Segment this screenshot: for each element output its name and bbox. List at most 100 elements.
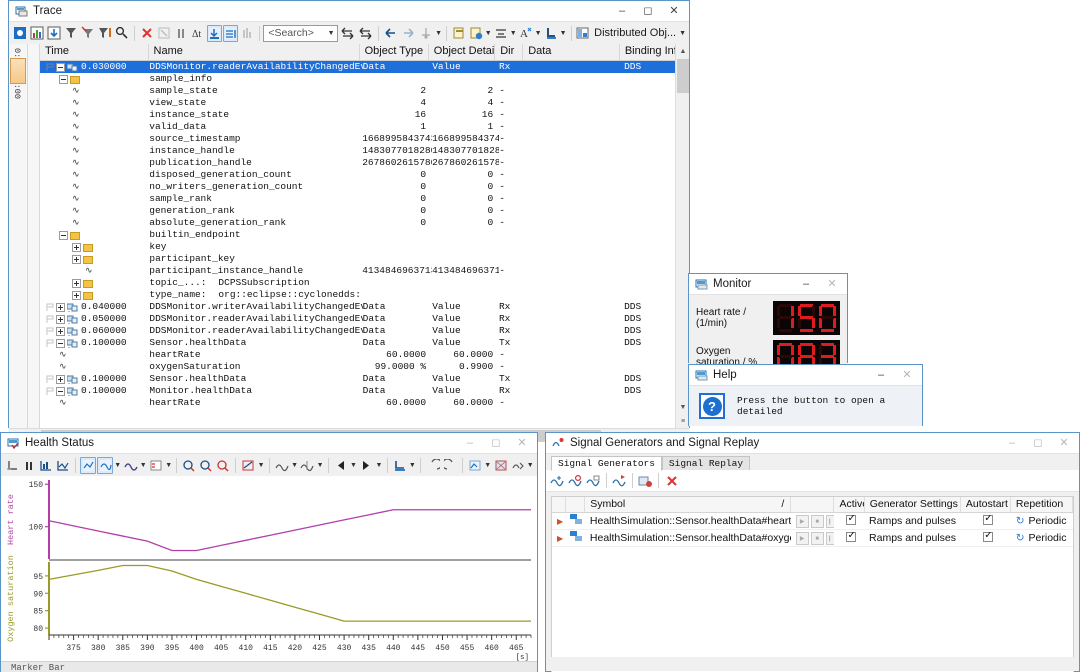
copy-icon[interactable] [451,25,467,42]
table-row[interactable]: ∿ instance_handle 148307701828028413514830… [40,145,689,157]
cursor-icon[interactable] [4,457,20,474]
minimize-icon[interactable]: – [999,434,1025,453]
chevron-down-icon[interactable]: ▼ [291,462,298,469]
table-row[interactable]: 0.100000 Sensor.healthData Data Value Tx DDS [40,337,689,349]
bookmark-flag-icon[interactable] [46,327,54,336]
play-button[interactable]: ▶ [795,531,809,545]
pause-icon[interactable] [173,25,189,42]
distributed-objects-icon[interactable] [575,25,591,42]
tree-expander[interactable] [56,63,65,72]
import-icon[interactable] [637,472,654,489]
tab-signal-generators[interactable]: Signal Generators [551,456,662,471]
copy-generator-icon[interactable] [585,472,602,489]
column-header-object-detail[interactable]: Object Detail [429,44,496,60]
table-row[interactable]: ∿ view_state 4 4- [40,97,689,109]
start-all-icon[interactable] [611,472,628,489]
column-header-autostart[interactable]: Autostart [961,497,1011,512]
row-expander-icon[interactable]: ▶ [552,515,565,527]
close-icon[interactable]: ✕ [661,2,687,21]
cell-repetition[interactable]: ↻ Periodic [1011,532,1073,544]
maximize-icon[interactable]: ◻ [1025,434,1051,453]
table-row[interactable]: ∿ valid_data 1 1- [40,121,689,133]
table-row[interactable]: participant_key [40,253,689,265]
table-row[interactable]: key [40,241,689,253]
column-header-data[interactable]: Data [523,44,620,60]
chevron-down-icon[interactable]: ▼ [510,30,517,37]
legend-icon[interactable] [148,457,164,474]
signal-icon[interactable] [123,457,139,474]
column-header-object-type[interactable]: Object Type [360,44,429,60]
settings-icon[interactable] [468,25,484,42]
columns-icon[interactable] [239,25,255,42]
edit-generator-icon[interactable] [567,472,584,489]
monitor-titlebar[interactable]: Monitor – ✕ [689,274,847,295]
tree-expander[interactable] [56,315,65,324]
distributed-objects-label[interactable]: Distributed Obj... [592,27,678,39]
table-row[interactable]: ∿ sample_rank 0 0- [40,193,689,205]
tree-expander[interactable] [72,255,81,264]
bookmark-flag-icon[interactable] [46,63,54,72]
time-marker[interactable] [10,58,26,84]
filter-remove-icon[interactable] [80,25,96,42]
table-row[interactable]: ∿ source_timestamp 16689958437439379001668… [40,133,689,145]
column-header-symbol[interactable]: Symbol / [585,497,792,512]
pause-button[interactable]: ❙❙ [825,531,834,545]
tree-expander[interactable] [56,387,65,396]
trace-titlebar[interactable]: Trace – ◻ ✕ [9,1,689,22]
marker-bar[interactable]: Marker Bar [1,661,537,672]
search-input[interactable]: <Search> ▼ [263,24,338,42]
minimize-icon[interactable]: – [457,434,483,453]
measure-icon[interactable] [299,457,315,474]
minimize-icon[interactable]: – [868,366,894,385]
cell-symbol[interactable]: HealthSimulation::Sensor.healthData#oxyg… [585,532,791,544]
trace-vertical-scrollbar[interactable]: ▲ ▼ ≡ [675,44,689,428]
stop-button[interactable]: ■ [810,532,824,546]
bookmark-icon[interactable] [418,25,434,42]
table-row[interactable]: 0.050000 DDSMonitor.readerAvailabilityCha… [40,313,689,325]
find-icon[interactable] [114,25,130,42]
filter-sort-icon[interactable] [63,25,79,42]
tree-expander[interactable] [59,75,68,84]
scroll-up-icon[interactable]: ▲ [676,44,689,58]
delete-icon[interactable] [663,472,680,489]
zoom-all-icon[interactable] [55,457,71,474]
chevron-down-icon[interactable]: ▼ [257,462,265,469]
chevron-down-icon[interactable]: ▼ [409,462,416,469]
bookmark-flag-icon[interactable] [46,315,54,324]
table-row[interactable]: 0.030000 DDSMonitor.readerAvailabilityCha… [40,61,689,73]
chevron-down-icon[interactable]: ▼ [140,462,147,469]
table-row[interactable]: ∿ instance_state 16 16- [40,109,689,121]
checkbox-checked[interactable] [846,514,857,525]
table-row[interactable]: ∿ no_writers_generation_count 0 0- [40,181,689,193]
forward-icon[interactable] [400,25,417,42]
pause-icon[interactable] [21,457,37,474]
tree-expander[interactable] [72,243,81,252]
checkbox-checked[interactable] [983,514,994,525]
column-header-dir[interactable]: Dir [495,44,524,60]
column-header-active[interactable]: Active [834,497,865,512]
table-row[interactable]: 0.100000 Sensor.healthData Data Value Tx DDS [40,373,689,385]
scroll-lock-icon[interactable] [206,24,222,42]
table-row[interactable]: ∿ sample_state 2 2- [40,85,689,97]
tab-signal-replay[interactable]: Signal Replay [661,456,751,470]
measurement-icon[interactable] [12,25,28,42]
zoom-region-icon[interactable] [215,457,231,474]
tree-expander[interactable] [72,279,81,288]
tree-expander[interactable] [56,327,65,336]
health-titlebar[interactable]: Health Status – ◻ ✕ [1,433,537,454]
table-row[interactable]: ▶ HealthSimulation::Sensor.healthData#hea… [552,513,1073,530]
scroll-thumb[interactable] [677,59,689,93]
row-expander-icon[interactable]: ▶ [552,532,565,544]
graph-style-icon[interactable] [80,456,97,474]
settings-icon[interactable] [510,457,526,474]
axis-icon[interactable] [240,457,256,474]
zoom-out-icon[interactable] [198,457,214,474]
goto-next-marker-icon[interactable] [357,25,374,42]
undo-icon[interactable] [425,457,441,474]
new-generator-icon[interactable] [549,472,566,489]
export-icon[interactable] [46,25,62,42]
table-row[interactable]: type_name:org::eclipse::cyclonedds::buil… [40,289,689,301]
chevron-down-icon[interactable]: ▼ [375,462,382,469]
bookmark-flag-icon[interactable] [46,375,54,384]
tree-expander[interactable] [56,303,65,312]
